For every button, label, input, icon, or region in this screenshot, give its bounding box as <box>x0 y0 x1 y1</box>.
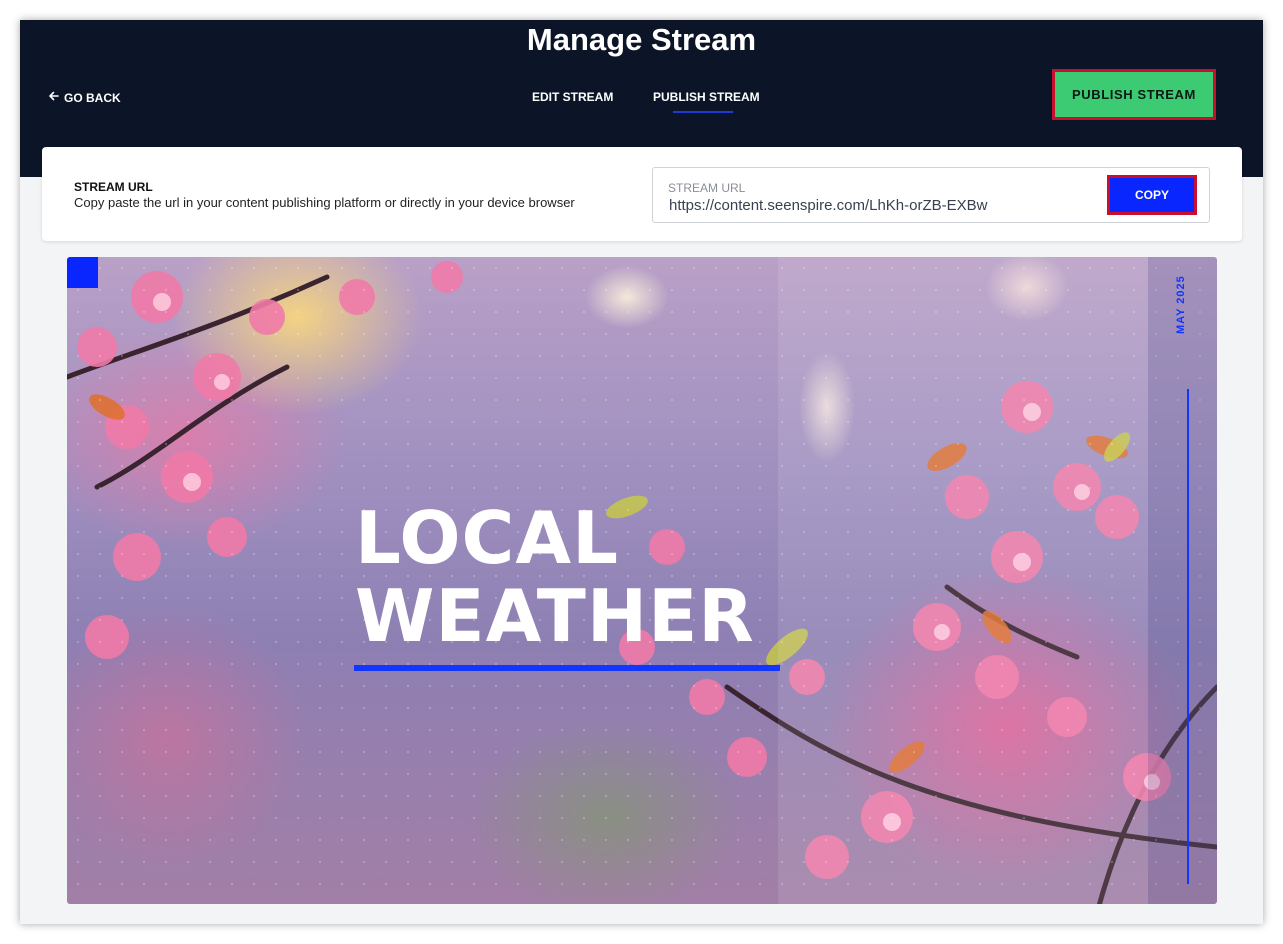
copy-button[interactable]: COPY <box>1107 175 1197 215</box>
go-back-label: GO BACK <box>64 90 121 105</box>
date-label: MAY 2025 <box>1175 275 1187 335</box>
tab-publish-stream[interactable]: PUBLISH STREAM <box>653 90 760 104</box>
active-tab-indicator <box>673 111 733 113</box>
arrow-left-icon <box>48 90 60 105</box>
stream-url-description: Copy paste the url in your content publi… <box>74 195 575 210</box>
app-window: Manage Stream GO BACK EDIT STREAM PUBLIS… <box>20 20 1263 924</box>
stream-url-title: STREAM URL <box>74 180 153 194</box>
publish-stream-button[interactable]: PUBLISH STREAM <box>1052 69 1216 120</box>
vertical-accent-line <box>1187 389 1189 884</box>
stream-preview: LOCAL WEATHER MAY 2025 <box>67 257 1217 904</box>
tab-edit-stream[interactable]: EDIT STREAM <box>532 90 613 104</box>
stream-url-field-label: STREAM URL <box>668 181 746 195</box>
headline-line-2: WEATHER <box>355 574 755 658</box>
stream-url-input[interactable] <box>669 197 1089 214</box>
stream-url-field: STREAM URL COPY <box>652 167 1210 223</box>
go-back-link[interactable]: GO BACK <box>48 90 121 105</box>
preview-headline: LOCAL WEATHER <box>355 499 755 655</box>
stream-url-card: STREAM URL Copy paste the url in your co… <box>42 147 1242 241</box>
brand-corner-square <box>67 257 98 288</box>
headline-line-1: LOCAL <box>355 496 619 580</box>
page-title: Manage Stream <box>526 22 757 57</box>
preview-side-strip <box>1148 257 1217 904</box>
headline-underline <box>354 665 780 671</box>
